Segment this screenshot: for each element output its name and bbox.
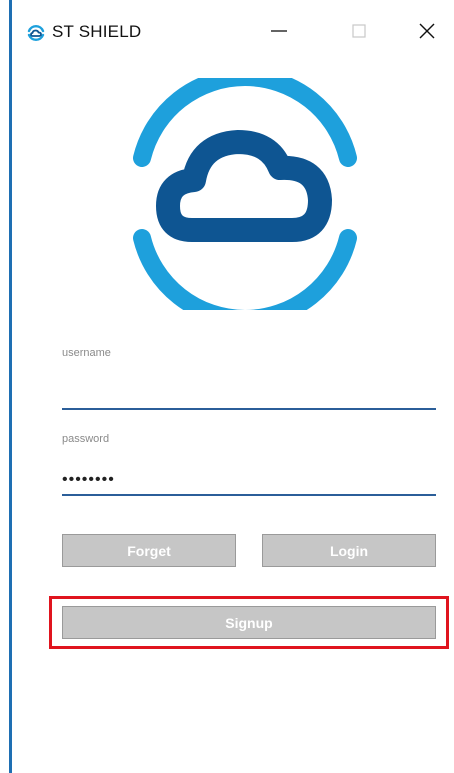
app-window: ST SHIELD username password •••••••• For…: [0, 0, 454, 773]
signup-button[interactable]: Signup: [62, 606, 436, 639]
title-bar[interactable]: ST SHIELD: [12, 0, 454, 64]
shield-logo-icon: [26, 23, 46, 43]
cloud-shield-logo: [130, 68, 360, 328]
username-input[interactable]: [62, 380, 436, 410]
password-input[interactable]: [62, 466, 436, 496]
username-label: username: [62, 347, 111, 359]
minimize-icon: [270, 22, 288, 45]
password-label: password: [62, 433, 110, 445]
maximize-icon: [351, 23, 367, 44]
minimize-button[interactable]: [262, 18, 296, 48]
window-left-border: [9, 0, 12, 773]
close-button[interactable]: [410, 18, 444, 48]
forget-button[interactable]: Forget: [62, 534, 236, 567]
login-button[interactable]: Login: [262, 534, 436, 567]
window-title: ST SHIELD: [52, 22, 142, 41]
maximize-button[interactable]: [342, 18, 376, 48]
close-icon: [418, 22, 436, 45]
